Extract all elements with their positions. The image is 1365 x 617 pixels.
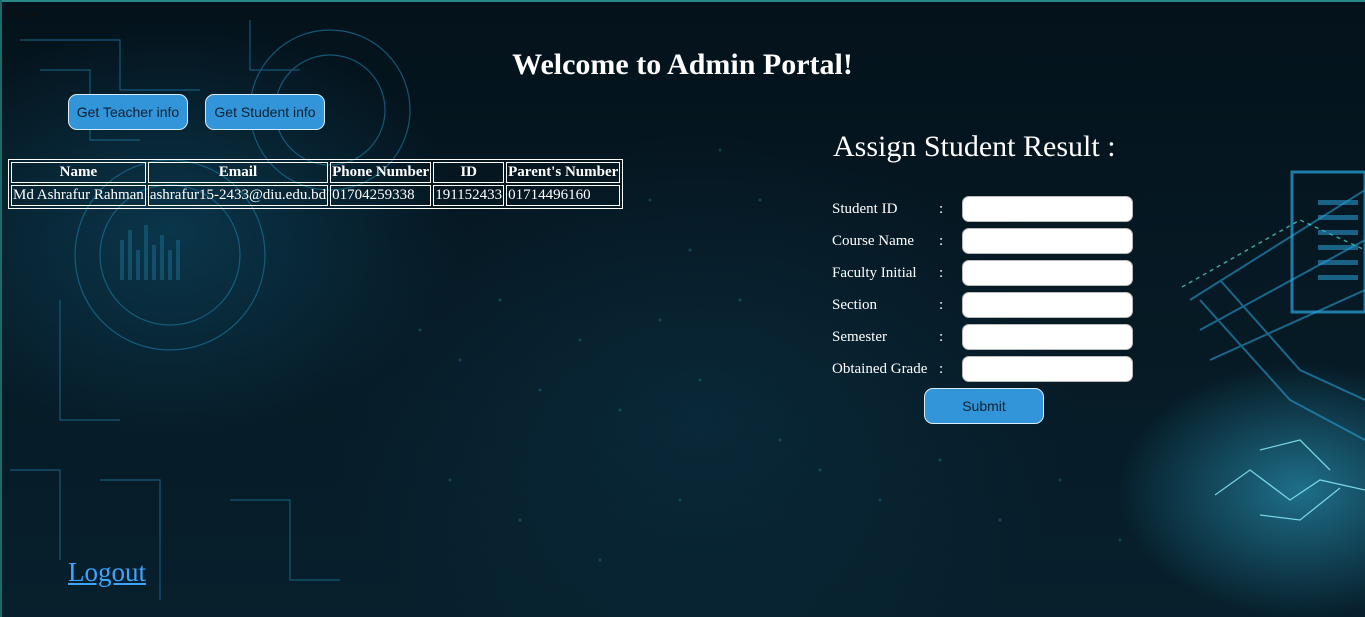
cell-name: Md Ashrafur Rahman bbox=[11, 185, 146, 206]
student-id-colon: : bbox=[939, 201, 944, 217]
top-border bbox=[0, 0, 1365, 2]
section-input[interactable] bbox=[962, 292, 1133, 318]
cell-phone: 01704259338 bbox=[330, 185, 432, 206]
cell-parent-number: 01714496160 bbox=[506, 185, 621, 206]
column-header-parent-number: Parent's Number bbox=[506, 162, 621, 183]
faculty-initial-input[interactable] bbox=[962, 260, 1133, 286]
semester-colon: : bbox=[939, 329, 944, 345]
cell-email: ashrafur15-2433@diu.edu.bd bbox=[147, 185, 329, 206]
submit-button[interactable]: Submit bbox=[924, 388, 1044, 424]
student-id-label: Student ID bbox=[832, 201, 898, 217]
semester-label: Semester bbox=[832, 329, 887, 345]
logout-link[interactable]: Logout bbox=[68, 557, 146, 588]
student-info-table: Name Email Phone Number ID Parent's Numb… bbox=[8, 159, 624, 209]
semester-input[interactable] bbox=[962, 324, 1133, 350]
obtained-grade-colon: : bbox=[939, 361, 944, 377]
course-name-colon: : bbox=[939, 233, 944, 249]
column-header-id: ID bbox=[433, 162, 505, 183]
section-label: Section bbox=[832, 297, 877, 313]
course-name-label: Course Name bbox=[832, 233, 915, 249]
background-image bbox=[0, 0, 1365, 617]
faculty-initial-colon: : bbox=[939, 265, 944, 281]
get-student-info-button[interactable]: Get Student info bbox=[205, 94, 325, 130]
obtained-grade-input[interactable] bbox=[962, 356, 1133, 382]
page-title: Welcome to Admin Portal! bbox=[512, 48, 853, 81]
column-header-email: Email bbox=[147, 162, 329, 183]
section-colon: : bbox=[939, 297, 944, 313]
form-row-student-id: Student ID : bbox=[832, 196, 1142, 224]
home-link[interactable]: Home bbox=[6, 7, 40, 23]
column-header-phone: Phone Number bbox=[330, 162, 432, 183]
faculty-initial-label: Faculty Initial bbox=[832, 265, 917, 281]
form-row-obtained-grade: Obtained Grade : bbox=[832, 356, 1142, 384]
table-row: Md Ashrafur Rahman ashrafur15-2433@diu.e… bbox=[11, 185, 621, 206]
form-row-section: Section : bbox=[832, 292, 1142, 320]
form-row-faculty-initial: Faculty Initial : bbox=[832, 260, 1142, 288]
student-id-input[interactable] bbox=[962, 196, 1133, 222]
assign-result-title: Assign Student Result : bbox=[833, 130, 1116, 163]
course-name-input[interactable] bbox=[962, 228, 1133, 254]
left-border bbox=[0, 0, 2, 617]
form-row-semester: Semester : bbox=[832, 324, 1142, 352]
circuit-graphic bbox=[10, 20, 1365, 600]
form-row-course-name: Course Name : bbox=[832, 228, 1142, 256]
get-teacher-info-button[interactable]: Get Teacher info bbox=[68, 94, 188, 130]
obtained-grade-label: Obtained Grade bbox=[832, 361, 928, 377]
table-header-row: Name Email Phone Number ID Parent's Numb… bbox=[11, 162, 621, 183]
cell-id: 191152433 bbox=[433, 185, 505, 206]
column-header-name: Name bbox=[11, 162, 146, 183]
